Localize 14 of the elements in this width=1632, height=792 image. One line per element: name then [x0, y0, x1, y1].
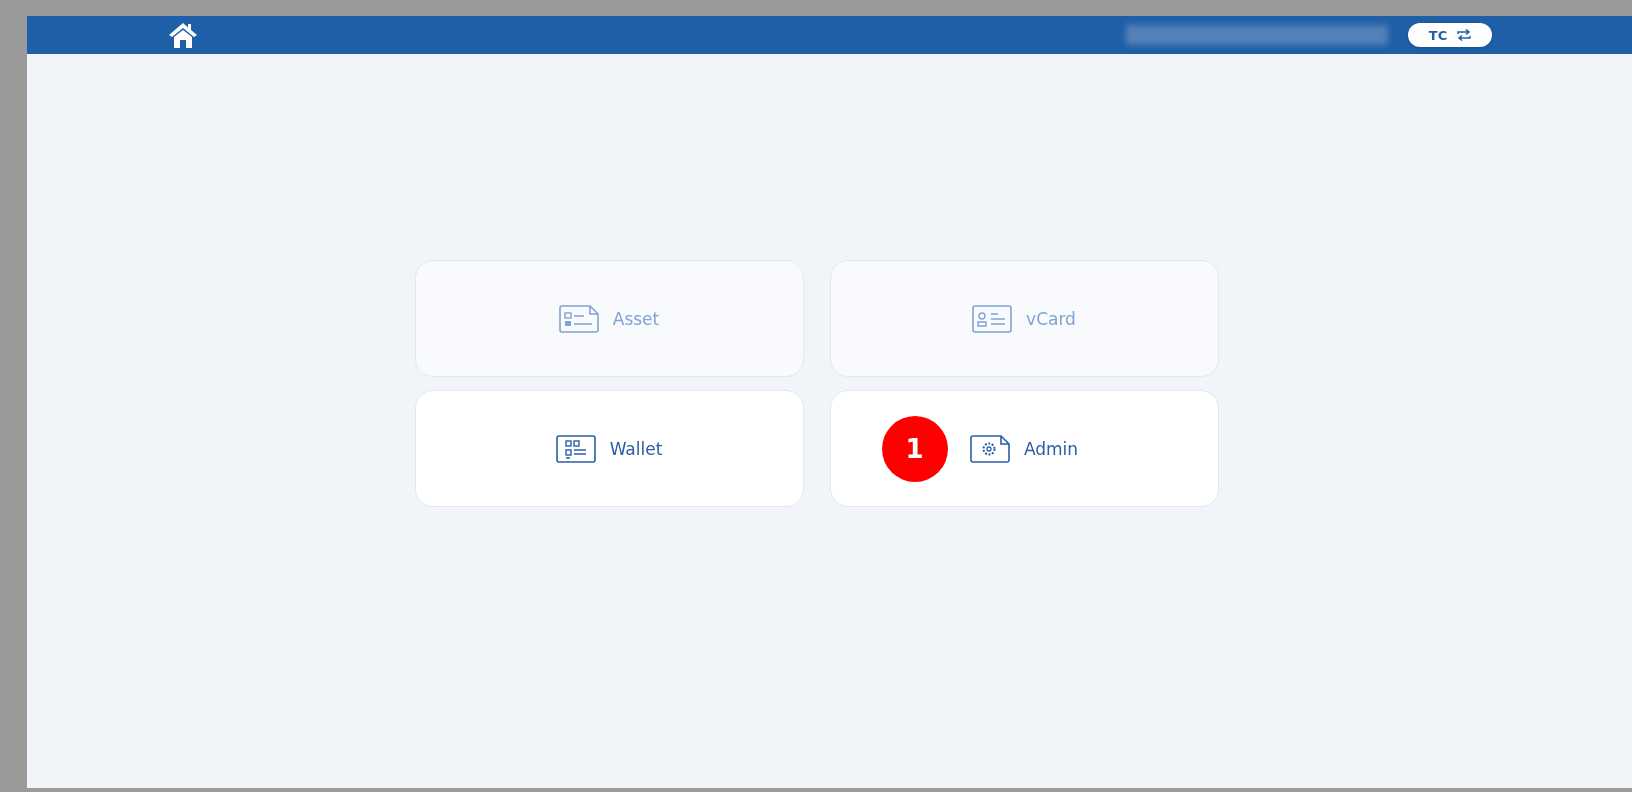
- swap-icon: [1457, 29, 1472, 41]
- gear-card-icon: [969, 434, 1010, 463]
- tile-label: Admin: [1023, 438, 1079, 459]
- tile-label: Wallet: [609, 438, 663, 459]
- contact-card-icon: [972, 304, 1013, 333]
- home-icon[interactable]: [168, 21, 198, 49]
- step-badge: 1: [881, 416, 948, 482]
- tile-label: vCard: [1026, 308, 1076, 329]
- tile-label: Asset: [612, 308, 660, 329]
- card-icon: [558, 304, 599, 333]
- module-tile[interactable]: 1 Admin: [829, 390, 1219, 507]
- user-switch-button[interactable]: TC: [1408, 23, 1492, 47]
- module-tile[interactable]: Wallet: [414, 390, 804, 507]
- qr-card-icon: [555, 434, 596, 463]
